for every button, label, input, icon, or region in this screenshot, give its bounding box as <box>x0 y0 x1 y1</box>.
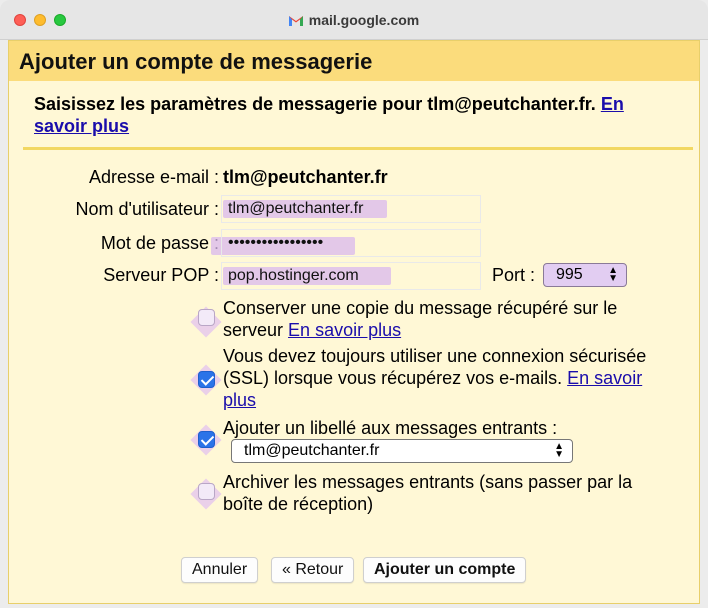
cancel-button[interactable]: Annuler <box>181 557 259 583</box>
label-incoming-text: Ajouter un libellé aux messages entrants… <box>223 418 558 438</box>
gmail-icon <box>288 16 303 26</box>
window-title-text: mail.google.com <box>308 12 420 28</box>
dialog-intro: Saisissez les paramètres de messagerie p… <box>34 93 674 137</box>
pop-server-input[interactable] <box>221 262 481 290</box>
select-arrows-icon: ▲ ▼ <box>554 441 564 460</box>
dialog-title: Ajouter un compte de messagerie <box>19 49 373 74</box>
select-arrows-icon: ▲ ▼ <box>608 265 618 284</box>
header-divider <box>23 147 693 150</box>
back-button[interactable]: « Retour <box>271 557 355 583</box>
add-account-dialog: Ajouter un compte de messagerie Saisisse… <box>8 40 700 604</box>
window-titlebar: mail.google.com <box>0 0 708 40</box>
keep-copy-text: Conserver une copie du message récupéré … <box>223 297 673 341</box>
keep-copy-checkbox[interactable] <box>198 309 215 326</box>
archive-checkbox[interactable] <box>198 483 215 500</box>
port-value: 995 <box>556 266 583 283</box>
archive-text: Archiver les messages entrants (sans pas… <box>223 472 633 514</box>
username-label: Nom d'utilisateur : <box>75 199 220 219</box>
keep-copy-learn-more-link[interactable]: En savoir plus <box>288 320 401 340</box>
ssl-checkbox[interactable] <box>198 371 215 388</box>
window-title: mail.google.com <box>0 12 708 28</box>
password-input[interactable] <box>221 229 481 257</box>
label-incoming-checkbox[interactable] <box>198 431 215 448</box>
label-select[interactable]: tlm@peutchanter.fr ▲ ▼ <box>231 439 573 463</box>
password-label: Mot de passe : <box>100 233 219 253</box>
port-select[interactable]: 995 ▲ ▼ <box>543 263 627 287</box>
ssl-text: Vous devez toujours utiliser une connexi… <box>223 345 673 411</box>
dialog-header: Ajouter un compte de messagerie <box>9 41 699 81</box>
add-account-button[interactable]: Ajouter un compte <box>363 557 527 583</box>
label-select-value: tlm@peutchanter.fr <box>244 442 380 459</box>
email-label: Adresse e-mail : <box>88 167 219 187</box>
keep-copy-label: Conserver une copie du message récupéré … <box>223 298 618 340</box>
email-value: tlm@peutchanter.fr <box>223 167 388 187</box>
pop-server-label: Serveur POP : <box>103 265 219 285</box>
port-label: Port : <box>492 265 536 285</box>
username-input[interactable] <box>221 195 481 223</box>
intro-text: Saisissez les paramètres de messagerie p… <box>34 94 596 114</box>
